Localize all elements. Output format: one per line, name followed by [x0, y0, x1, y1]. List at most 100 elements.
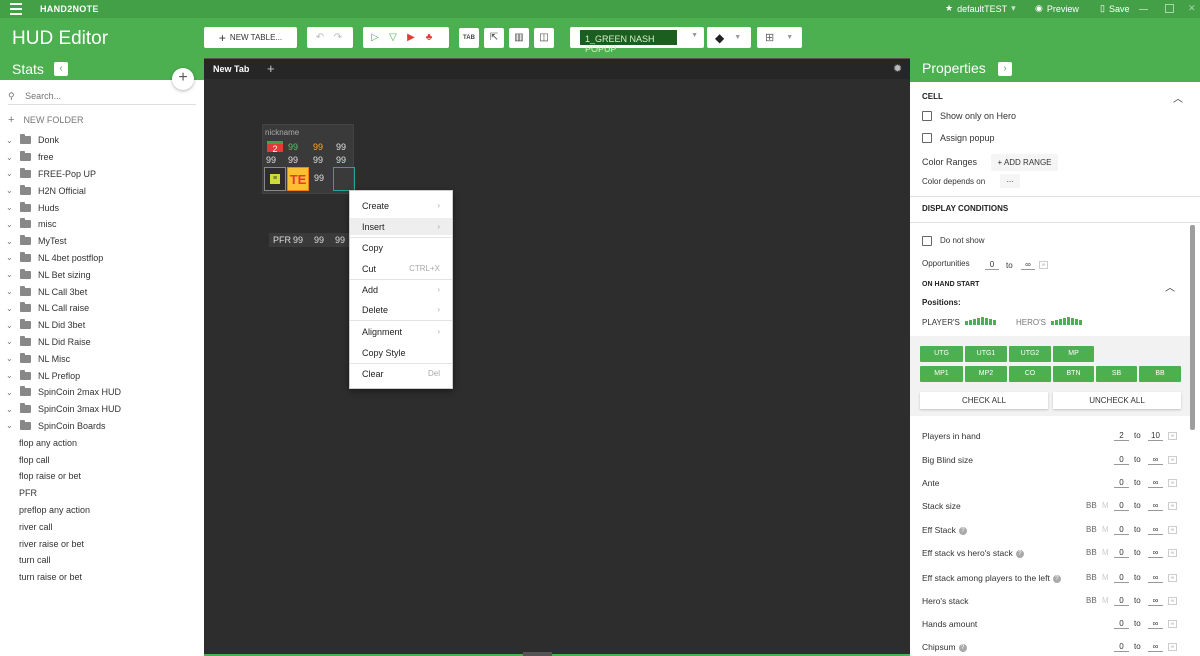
- stats-folder[interactable]: ⌄ NL 4bet postflop: [6, 250, 202, 267]
- condition-to-input[interactable]: ∞: [1148, 501, 1163, 511]
- condition-to-input[interactable]: ∞: [1148, 455, 1163, 465]
- opportunities-to-input[interactable]: ∞: [1021, 260, 1035, 270]
- opportunities-from-input[interactable]: 0: [985, 260, 999, 270]
- hud-stat-cell[interactable]: 99: [288, 155, 298, 165]
- hud-stat-cell[interactable]: 99: [313, 155, 323, 165]
- collapse-properties-button[interactable]: ›: [998, 62, 1012, 76]
- bb-unit-toggle[interactable]: BB: [1086, 548, 1097, 557]
- stats-folder[interactable]: ⌄ NL Did Raise: [6, 334, 202, 351]
- close-icon[interactable]: ✕: [1188, 4, 1197, 13]
- chevron-down-icon[interactable]: ⌄: [6, 270, 16, 279]
- infinity-toggle-icon[interactable]: ∞: [1168, 526, 1177, 534]
- condition-from-input[interactable]: 2: [1114, 431, 1129, 441]
- chevron-down-icon[interactable]: ⌄: [6, 371, 16, 380]
- condition-from-input[interactable]: 0: [1114, 478, 1129, 488]
- pfr-value[interactable]: 99: [335, 235, 345, 245]
- stat-item[interactable]: river raise or bet: [6, 535, 202, 552]
- insert-popup-icon[interactable]: ▽: [384, 30, 402, 46]
- chevron-down-icon[interactable]: ⌄: [6, 388, 16, 397]
- position-btn-button[interactable]: BTN: [1053, 366, 1094, 382]
- chevron-down-icon[interactable]: ⌄: [6, 169, 16, 178]
- properties-scrollbar[interactable]: [1190, 225, 1195, 430]
- condition-from-input[interactable]: 0: [1114, 642, 1129, 652]
- menu-item-create[interactable]: Create ›: [350, 197, 452, 214]
- insert-stat-icon[interactable]: ▷: [366, 30, 384, 46]
- undo-icon[interactable]: ↶: [311, 30, 329, 46]
- new-table-button[interactable]: + NEW TABLE...: [204, 27, 297, 48]
- tab-new-tab[interactable]: New Tab: [213, 64, 249, 74]
- chevron-down-icon[interactable]: ⌄: [6, 220, 16, 229]
- infinity-toggle-icon[interactable]: ∞: [1168, 574, 1177, 582]
- preview-button[interactable]: ◉ Preview: [1035, 3, 1079, 14]
- stats-folder[interactable]: ⌄ free: [6, 149, 202, 166]
- chevron-down-icon[interactable]: ⌄: [6, 304, 16, 313]
- new-folder-button[interactable]: + NEW FOLDER: [8, 114, 83, 126]
- bb-unit-toggle[interactable]: BB: [1086, 525, 1097, 534]
- chevron-down-icon[interactable]: ⌄: [6, 253, 16, 262]
- stat-item[interactable]: PFR: [6, 485, 202, 502]
- position-mp1-button[interactable]: MP1: [920, 366, 963, 382]
- stats-folder[interactable]: ⌄ NL Call 3bet: [6, 283, 202, 300]
- menu-item-add[interactable]: Add ›: [350, 281, 452, 298]
- stats-folder[interactable]: ⌄ NL Bet sizing: [6, 266, 202, 283]
- pfr-hud-row[interactable]: PFR 99 99 99: [269, 233, 351, 247]
- stats-folder[interactable]: ⌄ NL Preflop: [6, 367, 202, 384]
- bb-unit-toggle[interactable]: BB: [1086, 596, 1097, 605]
- condition-from-input[interactable]: 0: [1114, 455, 1129, 465]
- add-tab-icon[interactable]: +: [267, 61, 275, 76]
- stats-folder[interactable]: ⌄ H2N Official: [6, 182, 202, 199]
- menu-item-cut[interactable]: Cut CTRL+X: [350, 260, 452, 277]
- condition-to-input[interactable]: ∞: [1148, 548, 1163, 558]
- position-sb-button[interactable]: SB: [1096, 366, 1137, 382]
- condition-from-input[interactable]: 0: [1114, 525, 1129, 535]
- menu-item-alignment[interactable]: Alignment ›: [350, 323, 452, 340]
- hud-stat-cell[interactable]: 99: [313, 142, 323, 152]
- pfr-value[interactable]: 99: [293, 235, 303, 245]
- assign-popup-checkbox[interactable]: [922, 133, 932, 143]
- condition-to-input[interactable]: ∞: [1148, 525, 1163, 535]
- stat-item[interactable]: preflop any action: [6, 502, 202, 519]
- position-co-button[interactable]: CO: [1009, 366, 1051, 382]
- m-unit-toggle[interactable]: M: [1102, 525, 1109, 534]
- m-unit-toggle[interactable]: M: [1102, 596, 1109, 605]
- search-input[interactable]: [25, 91, 186, 101]
- info-icon[interactable]: ?: [1015, 549, 1024, 558]
- stats-folder[interactable]: ⌄ NL Call raise: [6, 300, 202, 317]
- chevron-up-icon[interactable]: ︿: [1173, 90, 1183, 105]
- info-icon[interactable]: ?: [958, 643, 967, 652]
- condition-to-input[interactable]: 10: [1148, 431, 1163, 441]
- position-mp-button[interactable]: MP: [1053, 346, 1094, 362]
- condition-to-input[interactable]: ∞: [1148, 619, 1163, 629]
- pfr-value[interactable]: 99: [314, 235, 324, 245]
- chevron-down-icon[interactable]: ⌄: [6, 287, 16, 296]
- uncheck-all-button[interactable]: UNCHECK ALL: [1053, 392, 1181, 409]
- grid-button[interactable]: ⊞ ▼: [757, 27, 802, 48]
- menu-item-insert[interactable]: Insert ›: [350, 218, 452, 235]
- stats-folder[interactable]: ⌄ NL Misc: [6, 350, 202, 367]
- maximize-icon[interactable]: [1165, 4, 1174, 13]
- hud-canvas[interactable]: New Tab + ✹ nickname 2 99 99 99 99 99 99…: [204, 58, 910, 654]
- bb-unit-toggle[interactable]: BB: [1086, 501, 1097, 510]
- cursor-icon[interactable]: ⇱: [484, 27, 504, 48]
- infinity-toggle-icon[interactable]: ∞: [1168, 549, 1177, 557]
- menu-item-copy[interactable]: Copy: [350, 239, 452, 256]
- chevron-down-icon[interactable]: ⌄: [6, 136, 16, 145]
- chevron-down-icon[interactable]: ⌄: [6, 237, 16, 246]
- show-only-on-hero-checkbox[interactable]: [922, 111, 932, 121]
- hud-stat-cell[interactable]: 2: [267, 141, 283, 154]
- chevron-down-icon[interactable]: ⌄: [6, 321, 16, 330]
- bb-unit-toggle[interactable]: BB: [1086, 573, 1097, 582]
- minimize-icon[interactable]: [1139, 4, 1148, 10]
- menu-item-clear[interactable]: Clear Del: [350, 365, 452, 382]
- condition-to-input[interactable]: ∞: [1148, 596, 1163, 606]
- hud-stat-cell[interactable]: 99: [336, 142, 346, 152]
- stats-folder[interactable]: ⌄ SpinCoin 3max HUD: [6, 401, 202, 418]
- stats-folder[interactable]: ⌄ SpinCoin Boards: [6, 418, 202, 435]
- chevron-down-icon[interactable]: ⌄: [6, 153, 16, 162]
- add-range-button[interactable]: + ADD RANGE: [991, 154, 1058, 171]
- position-utg2-button[interactable]: UTG2: [1009, 346, 1051, 362]
- split-icon[interactable]: ◫: [534, 27, 554, 48]
- menu-item-copy-style[interactable]: Copy Style: [350, 344, 452, 361]
- info-icon[interactable]: ?: [1052, 574, 1061, 583]
- condition-to-input[interactable]: ∞: [1148, 478, 1163, 488]
